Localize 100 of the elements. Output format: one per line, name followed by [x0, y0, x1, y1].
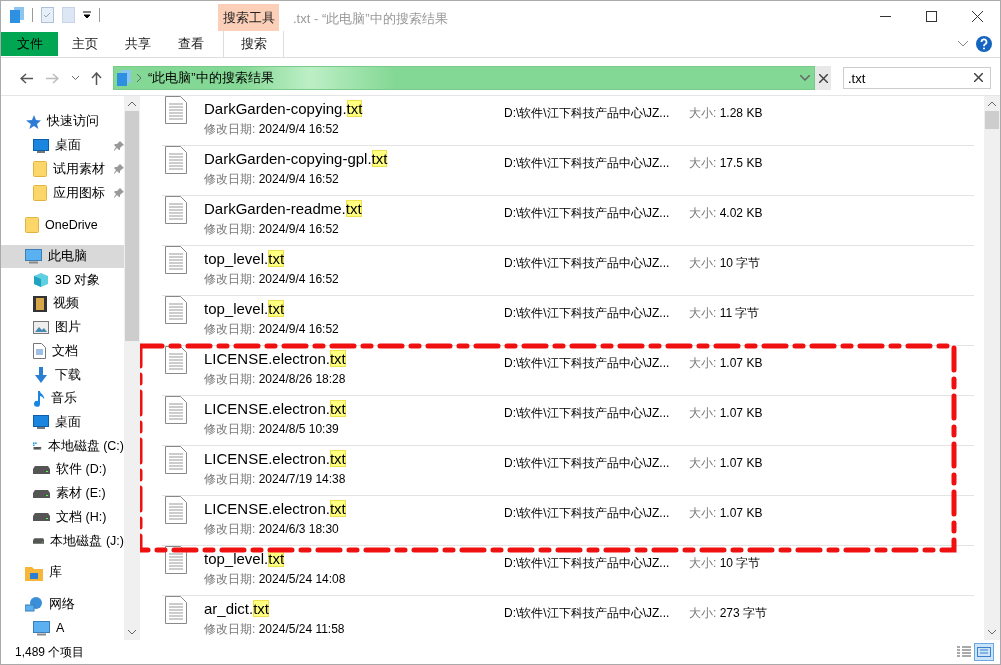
sidebar-item[interactable]: 音乐 [1, 386, 124, 411]
text-file-icon [165, 296, 187, 324]
file-row[interactable]: LICENSE.electron.txt 修改日期: 2024/7/19 14:38 D:\软件\江下科技产品中心\JZ... 大小: 1.07 KB [162, 446, 974, 496]
sidebar-item[interactable]: 3D 对象 [1, 268, 124, 293]
file-location: D:\软件\江下科技产品中心\JZ... [504, 355, 671, 372]
item-count: 1,489 个项目 [15, 643, 86, 661]
sidebar-item[interactable]: 图片 [1, 315, 124, 340]
file-row[interactable]: DarkGarden-readme.txt 修改日期: 2024/9/4 16:52 D:\软件\江下科技产品中心\JZ... 大小: 4.02 KB [162, 196, 974, 246]
sidebar-item[interactable]: 桌面 [1, 410, 124, 435]
content-scrollbar[interactable] [984, 96, 1000, 640]
folder-icon [33, 185, 47, 201]
file-location: D:\软件\江下科技产品中心\JZ... [504, 505, 671, 522]
drive-icon [33, 489, 50, 498]
folder-icon [33, 161, 47, 178]
sidebar-item[interactable]: 试用素材 [1, 157, 124, 182]
modified-date: 修改日期: 2024/5/24 11:58 [204, 621, 346, 638]
sidebar-item[interactable]: 应用图标 [1, 181, 124, 205]
sidebar-item[interactable]: 文档 (H:) [1, 505, 124, 530]
clear-search-icon[interactable] [974, 73, 983, 82]
cube-icon [33, 272, 49, 289]
text-file-icon [165, 596, 187, 624]
sidebar-item[interactable]: 素材 (E:) [1, 481, 124, 506]
scroll-thumb[interactable] [985, 111, 999, 129]
scroll-thumb[interactable] [125, 111, 139, 341]
scroll-down-icon[interactable] [128, 630, 136, 635]
file-name: LICENSE.electron.txt [204, 350, 347, 367]
modified-date: 修改日期: 2024/9/4 16:52 [204, 221, 340, 238]
sidebar-item[interactable]: 此电脑 [1, 244, 124, 269]
computer-icon [25, 248, 42, 264]
sidebar-item[interactable]: 下载 [1, 363, 124, 387]
modified-date: 修改日期: 2024/9/4 16:52 [204, 121, 340, 138]
sidebar-scrollbar[interactable] [124, 96, 140, 640]
forward-arrow-icon [45, 72, 59, 84]
folder-icon [25, 216, 39, 233]
sidebar-item[interactable]: 本地磁盘 (C:) [1, 434, 124, 459]
sidebar-item[interactable]: 库 [1, 560, 124, 585]
document-icon [33, 343, 46, 360]
sidebar-item[interactable]: 本地磁盘 (J:) [1, 529, 124, 553]
sidebar-item[interactable]: 文档 [1, 339, 124, 364]
text-file-icon [165, 246, 187, 274]
text-file-icon [165, 346, 187, 374]
modified-date: 修改日期: 2024/8/5 10:39 [204, 421, 340, 438]
drive-icon [33, 465, 50, 474]
folder-stack-icon [117, 70, 131, 86]
file-size: 大小: 4.02 KB [689, 205, 764, 222]
tiles-view-button[interactable] [974, 643, 994, 661]
modified-date: 修改日期: 2024/9/4 16:52 [204, 271, 340, 288]
picture-icon [33, 321, 49, 335]
folder-stack-icon[interactable] [10, 7, 24, 23]
sidebar-item[interactable]: 网络 [1, 592, 124, 617]
file-row[interactable]: LICENSE.electron.txt 修改日期: 2024/6/3 18:30 D:\软件\江下科技产品中心\JZ... 大小: 1.07 KB [162, 496, 974, 546]
film-icon [33, 295, 47, 312]
star-icon [25, 113, 41, 130]
scroll-up-icon[interactable] [128, 101, 136, 106]
tiles-icon [977, 646, 991, 658]
text-file-icon [165, 396, 187, 424]
sidebar-item[interactable]: OneDrive [1, 212, 124, 237]
file-size: 大小: 17.5 KB [689, 155, 764, 172]
file-location: D:\软件\江下科技产品中心\JZ... [504, 155, 671, 172]
chevron-down-icon[interactable] [958, 41, 968, 47]
sidebar-item[interactable]: 桌面 [1, 133, 124, 158]
file-size: 大小: 11 字节 [689, 305, 761, 322]
scroll-up-icon[interactable] [988, 101, 996, 106]
file-size: 大小: 1.28 KB [689, 105, 764, 122]
monitor-icon [33, 415, 49, 430]
sidebar-item[interactable]: A [1, 616, 124, 640]
file-name: DarkGarden-readme.txt [204, 200, 363, 217]
modified-date: 修改日期: 2024/8/26 18:28 [204, 371, 347, 388]
dropdown-icon[interactable] [83, 11, 91, 19]
music-note-icon [33, 390, 45, 407]
network-icon [25, 596, 43, 613]
window-title: .txt - “此电脑”中的搜索结果 [293, 10, 449, 28]
back-arrow-icon [19, 72, 33, 84]
chevron-down-icon[interactable] [800, 75, 810, 81]
file-row[interactable]: LICENSE.electron.txt 修改日期: 2024/8/5 10:39 D:\软件\江下科技产品中心\JZ... 大小: 1.07 KB [162, 396, 974, 446]
up-arrow-icon [90, 71, 102, 85]
file-row[interactable]: LICENSE.electron.txt 修改日期: 2024/8/26 18:28 D:\软件\江下科技产品中心\JZ... 大小: 1.07 KB [162, 346, 974, 396]
search-field[interactable]: .txt [843, 67, 991, 89]
text-file-icon [165, 196, 187, 224]
text-file-icon [165, 96, 187, 124]
file-row[interactable]: DarkGarden-copying-gpl.txt 修改日期: 2024/9/4 16:52 D:\软件\江下科技产品中心\JZ... 大小: 17.5 KB [162, 146, 974, 196]
file-row[interactable]: DarkGarden-copying.txt 修改日期: 2024/9/4 16:52 D:\软件\江下科技产品中心\JZ... 大小: 1.28 KB [162, 96, 974, 146]
file-location: D:\软件\江下科技产品中心\JZ... [504, 305, 671, 322]
properties-icon[interactable] [41, 7, 54, 23]
ribbon-tab[interactable]: 文件 [1, 32, 58, 56]
file-location: D:\软件\江下科技产品中心\JZ... [504, 405, 671, 422]
file-size: 大小: 273 字节 [689, 605, 769, 622]
help-icon[interactable] [976, 36, 992, 52]
computer-icon [33, 620, 50, 636]
sidebar-item[interactable]: 视频 [1, 292, 124, 316]
scroll-down-icon[interactable] [988, 630, 996, 635]
context-tab-header: 搜索工具 [218, 4, 279, 31]
sidebar-item[interactable]: 快速访问 [1, 110, 124, 134]
sidebar-item[interactable]: 软件 (D:) [1, 458, 124, 482]
address-path: “此电脑”中的搜索结果 [148, 69, 275, 87]
clear-address-button[interactable] [815, 66, 831, 90]
ribbon-tab[interactable]: 搜索 [223, 31, 284, 57]
file-name: LICENSE.electron.txt [204, 500, 347, 517]
file-location: D:\软件\江下科技产品中心\JZ... [504, 105, 671, 122]
address-bar[interactable]: “此电脑”中的搜索结果 [113, 66, 815, 90]
